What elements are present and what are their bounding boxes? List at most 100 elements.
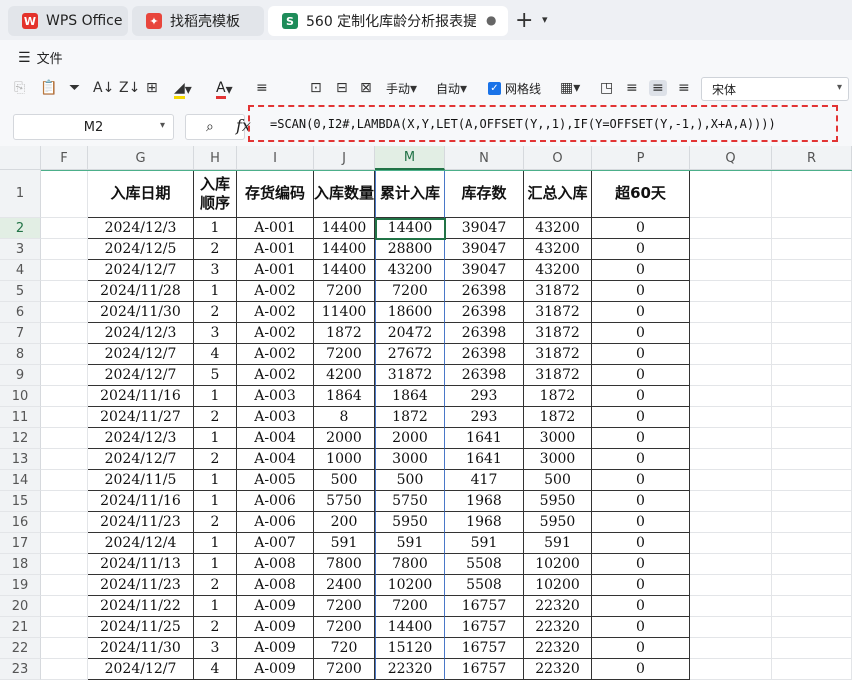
- cell-m[interactable]: 14400: [375, 617, 445, 638]
- cell-m[interactable]: 10200: [375, 575, 445, 596]
- row-header[interactable]: 20: [0, 596, 41, 617]
- cell-q[interactable]: [690, 638, 772, 659]
- cell-j[interactable]: 591: [314, 533, 375, 554]
- cell-o[interactable]: 3000: [524, 428, 592, 449]
- cell-o[interactable]: 3000: [524, 449, 592, 470]
- cell-j[interactable]: 500: [314, 470, 375, 491]
- column-header-r[interactable]: R: [772, 146, 852, 170]
- cell-f[interactable]: [41, 617, 88, 638]
- tab-current-workbook[interactable]: S 560 定制化库龄分析报表提升 ▭ ●: [268, 6, 508, 36]
- cell-n[interactable]: 1641: [445, 449, 524, 470]
- cell-h[interactable]: 2: [194, 575, 237, 596]
- cell-h[interactable]: 3: [194, 260, 237, 281]
- cell-h[interactable]: 5: [194, 365, 237, 386]
- cell-q[interactable]: [690, 533, 772, 554]
- row-header[interactable]: 23: [0, 659, 41, 680]
- cell-p[interactable]: 0: [592, 239, 690, 260]
- align-left-icon[interactable]: ≡: [626, 80, 638, 96]
- cell-r[interactable]: [772, 407, 852, 428]
- cell-o[interactable]: 31872: [524, 281, 592, 302]
- align-right-icon[interactable]: ≡: [678, 80, 690, 96]
- cell-j[interactable]: 11400: [314, 302, 375, 323]
- cell-q[interactable]: [690, 302, 772, 323]
- cell-f[interactable]: [41, 281, 88, 302]
- select-all-corner[interactable]: [0, 146, 41, 170]
- border-icon[interactable]: ⊞: [146, 80, 158, 96]
- cell-n[interactable]: 39047: [445, 218, 524, 239]
- cell-h[interactable]: 2: [194, 512, 237, 533]
- cell-r[interactable]: [772, 596, 852, 617]
- cell-h[interactable]: 1: [194, 428, 237, 449]
- cell-r[interactable]: [772, 218, 852, 239]
- cell-h[interactable]: 1: [194, 533, 237, 554]
- cell-h[interactable]: 1: [194, 491, 237, 512]
- cell-m[interactable]: 43200: [375, 260, 445, 281]
- cell-g[interactable]: 2024/12/3: [88, 428, 194, 449]
- cell-o[interactable]: 22320: [524, 659, 592, 680]
- cell-r[interactable]: [772, 281, 852, 302]
- cell-h[interactable]: 4: [194, 659, 237, 680]
- cell-p[interactable]: 0: [592, 596, 690, 617]
- row-header[interactable]: 21: [0, 617, 41, 638]
- cell-o[interactable]: 31872: [524, 323, 592, 344]
- cell-p[interactable]: 0: [592, 659, 690, 680]
- cell-n[interactable]: 293: [445, 386, 524, 407]
- cell-p[interactable]: 0: [592, 344, 690, 365]
- font-color-icon[interactable]: A ▾: [216, 80, 233, 99]
- cell-f[interactable]: [41, 260, 88, 281]
- tab-docer-templates[interactable]: ✦ 找稻壳模板: [132, 6, 264, 36]
- cell-j[interactable]: 7200: [314, 281, 375, 302]
- cell-i[interactable]: A-001: [237, 239, 314, 260]
- row-header[interactable]: 14: [0, 470, 41, 491]
- cell-f[interactable]: [41, 575, 88, 596]
- cell-h[interactable]: 1: [194, 470, 237, 491]
- cell-q[interactable]: [690, 617, 772, 638]
- cell-q[interactable]: [690, 170, 772, 218]
- cell-i[interactable]: A-002: [237, 302, 314, 323]
- cell-p[interactable]: 0: [592, 512, 690, 533]
- cell-i[interactable]: A-006: [237, 491, 314, 512]
- cell-f[interactable]: [41, 596, 88, 617]
- cell-i[interactable]: A-004: [237, 449, 314, 470]
- cell-j[interactable]: 7200: [314, 659, 375, 680]
- cell-m[interactable]: 1872: [375, 407, 445, 428]
- cell-o[interactable]: 22320: [524, 617, 592, 638]
- row-header[interactable]: 11: [0, 407, 41, 428]
- cell-r[interactable]: [772, 491, 852, 512]
- cell-format-icon[interactable]: ⊟: [336, 80, 348, 96]
- cell-i[interactable]: A-002: [237, 344, 314, 365]
- cell-j[interactable]: 7200: [314, 596, 375, 617]
- cell-q[interactable]: [690, 218, 772, 239]
- monitor-icon[interactable]: ▭: [464, 13, 475, 27]
- cell-q[interactable]: [690, 449, 772, 470]
- cell-m[interactable]: 18600: [375, 302, 445, 323]
- cell-m[interactable]: 1864: [375, 386, 445, 407]
- row-header[interactable]: 4: [0, 260, 41, 281]
- cell-p[interactable]: 0: [592, 323, 690, 344]
- row-height-manual[interactable]: 手动 ▾: [386, 80, 417, 97]
- cell-j[interactable]: 2000: [314, 428, 375, 449]
- cell-m[interactable]: 7800: [375, 554, 445, 575]
- cell-q[interactable]: [690, 239, 772, 260]
- cell-n[interactable]: 591: [445, 533, 524, 554]
- cell-r[interactable]: [772, 323, 852, 344]
- cell-j[interactable]: 入库数量: [314, 170, 375, 218]
- cell-n[interactable]: 库存数: [445, 170, 524, 218]
- cell-o[interactable]: 43200: [524, 239, 592, 260]
- cell-n[interactable]: 39047: [445, 239, 524, 260]
- cell-m[interactable]: 20472: [375, 323, 445, 344]
- cell-r[interactable]: [772, 170, 852, 218]
- cell-q[interactable]: [690, 281, 772, 302]
- cell-p[interactable]: 0: [592, 554, 690, 575]
- clear-format-icon[interactable]: ◳: [600, 80, 613, 96]
- cell-r[interactable]: [772, 554, 852, 575]
- column-header-f[interactable]: F: [41, 146, 88, 170]
- cell-q[interactable]: [690, 365, 772, 386]
- cell-n[interactable]: 26398: [445, 281, 524, 302]
- cell-h[interactable]: 1: [194, 386, 237, 407]
- cell-o[interactable]: 591: [524, 533, 592, 554]
- cell-j[interactable]: 14400: [314, 260, 375, 281]
- cell-i[interactable]: A-002: [237, 281, 314, 302]
- row-header[interactable]: 17: [0, 533, 41, 554]
- cell-h[interactable]: 3: [194, 638, 237, 659]
